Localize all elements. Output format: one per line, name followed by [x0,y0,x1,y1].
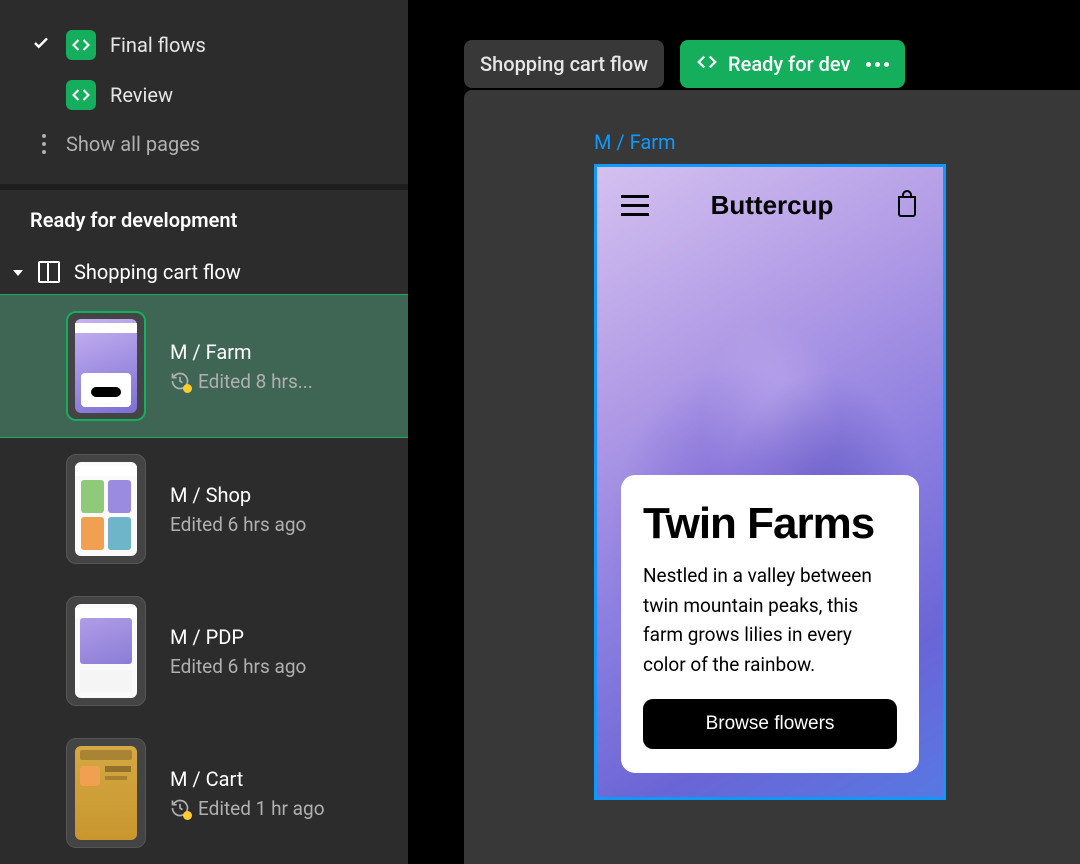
show-all-label: Show all pages [66,132,200,156]
dev-ready-icon [66,30,96,60]
status-tag[interactable]: Ready for dev [680,40,905,88]
section-tag-label: Shopping cart flow [480,52,648,76]
brand-logo: Buttercup [711,190,834,221]
dev-ready-icon [696,51,718,78]
canvas[interactable]: Shopping cart flow Ready for dev M / Far… [408,0,1080,864]
layers-list: M / Farm Edited 8 hrs... M / Shop [0,294,408,864]
hero-title: Twin Farms [643,499,897,549]
show-all-pages[interactable]: Show all pages [30,120,378,168]
section-header: Ready for development [0,190,408,250]
layer-meta: Edited 1 hr ago [198,797,325,820]
app-header: Buttercup [597,189,943,221]
history-icon [170,798,190,818]
layer-m-cart[interactable]: M / Cart Edited 1 hr ago [0,722,408,864]
frame-label[interactable]: M / Farm [594,130,1080,154]
shopping-bag-icon[interactable] [895,189,919,221]
dev-ready-icon [66,80,96,110]
check-icon [32,33,50,57]
layer-m-farm[interactable]: M / Farm Edited 8 hrs... [0,294,408,438]
page-review[interactable]: Review [30,70,378,120]
pages-section: Final flows Review Show all pages [0,0,408,184]
hero-card: Twin Farms Nestled in a valley between t… [621,475,919,773]
section-tag[interactable]: Shopping cart flow [464,40,664,88]
history-icon [170,371,190,391]
section-icon [38,261,60,283]
layer-thumbnail [66,738,146,848]
canvas-tags: Shopping cart flow Ready for dev [464,40,905,88]
layer-meta: Edited 8 hrs... [198,370,313,393]
status-tag-label: Ready for dev [728,52,850,76]
frame-group-label: Shopping cart flow [74,260,241,284]
kebab-icon [42,134,46,154]
layer-thumbnail [66,311,146,421]
layer-thumbnail [66,596,146,706]
page-final-flows[interactable]: Final flows [30,20,378,70]
frame-group[interactable]: Shopping cart flow [0,250,408,294]
layer-name: M / PDP [170,625,306,649]
hamburger-icon[interactable] [621,195,649,216]
caret-down-icon [12,260,24,284]
browse-flowers-button[interactable]: Browse flowers [643,699,897,749]
layer-m-shop[interactable]: M / Shop Edited 6 hrs ago [0,438,408,580]
more-icon[interactable] [866,62,889,67]
page-label: Final flows [110,33,206,57]
layer-meta: Edited 6 hrs ago [170,513,306,536]
layer-meta: Edited 6 hrs ago [170,655,306,678]
layer-name: M / Cart [170,767,325,791]
hero-body: Nestled in a valley between twin mountai… [643,561,897,679]
device-frame[interactable]: Buttercup Twin Farms Nestled in a valley… [594,164,946,800]
left-sidebar: Final flows Review Show all pages Ready … [0,0,408,864]
canvas-viewport[interactable]: M / Farm Buttercup Twin Farms Nestled in… [464,90,1080,864]
layer-name: M / Farm [170,340,313,364]
layer-name: M / Shop [170,483,306,507]
layer-thumbnail [66,454,146,564]
layer-m-pdp[interactable]: M / PDP Edited 6 hrs ago [0,580,408,722]
page-label: Review [110,83,173,107]
